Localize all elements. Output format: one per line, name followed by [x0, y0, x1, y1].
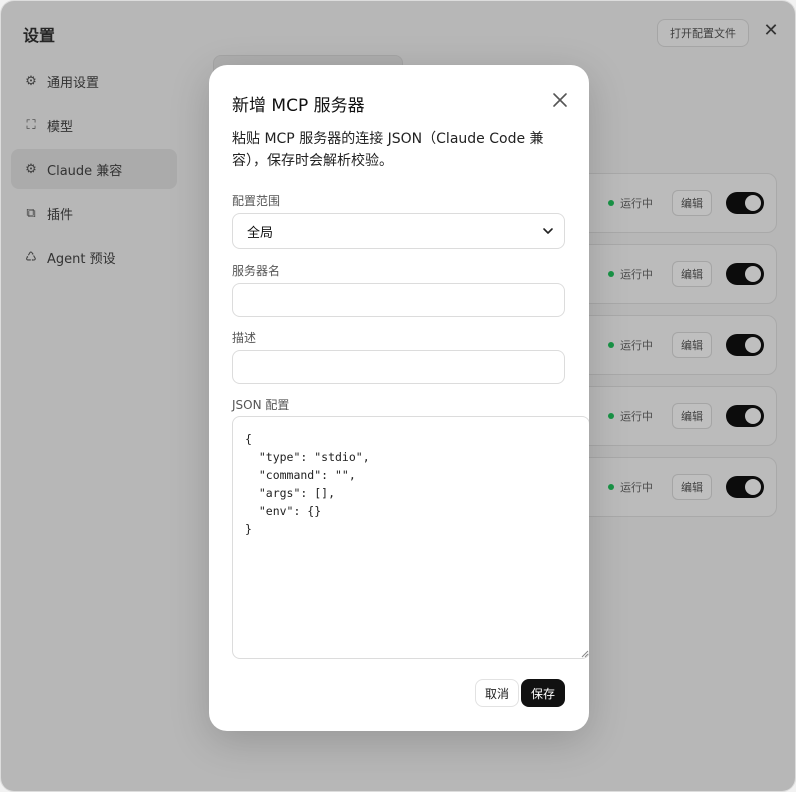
- scope-label: 配置范围: [232, 194, 281, 208]
- server-name-input[interactable]: [232, 283, 565, 317]
- json-config-label: JSON 配置: [232, 398, 290, 412]
- chevron-down-icon: [543, 228, 553, 234]
- description-input[interactable]: [232, 350, 565, 384]
- json-config-textarea[interactable]: [232, 416, 589, 659]
- add-mcp-server-dialog: 新增 MCP 服务器 粘贴 MCP 服务器的连接 JSON（Claude Cod…: [209, 65, 589, 731]
- dialog-title: 新增 MCP 服务器: [232, 96, 365, 116]
- save-button[interactable]: 保存: [521, 679, 565, 707]
- dialog-description: 粘贴 MCP 服务器的连接 JSON（Claude Code 兼容），保存时会解…: [232, 131, 544, 169]
- resize-handle-icon[interactable]: [581, 650, 589, 658]
- description-label: 描述: [232, 331, 257, 345]
- scope-selected-value: 全局: [247, 225, 274, 241]
- close-icon[interactable]: [551, 91, 569, 109]
- scope-select[interactable]: 全局: [232, 213, 565, 249]
- settings-window: 设置 打开配置文件 ✕ ⚙ 通用设置 ⛶ 模型 ⚙ Claude 兼容 ⧉ 插件…: [0, 0, 796, 792]
- server-name-label: 服务器名: [232, 264, 281, 278]
- cancel-button[interactable]: 取消: [475, 679, 519, 707]
